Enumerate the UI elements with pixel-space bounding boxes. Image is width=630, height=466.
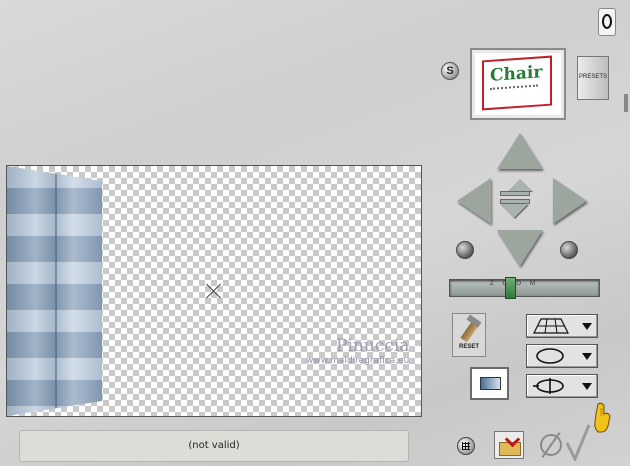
rotate-right-icon[interactable]	[560, 241, 578, 259]
arrow-right-icon[interactable]	[553, 178, 587, 224]
preview-dots	[490, 84, 538, 96]
status-field: (not valid)	[19, 430, 409, 462]
chevron-down-icon	[582, 383, 592, 390]
floor-grid-dropdown[interactable]	[526, 314, 598, 338]
arrow-up-icon[interactable]	[497, 133, 543, 169]
move-bar-icon[interactable]	[500, 191, 530, 196]
watermark-name: Pinuccia	[336, 336, 410, 356]
color-swatch[interactable]	[470, 367, 509, 400]
grid-icon[interactable]	[457, 437, 475, 455]
watermark-url: www.maidiregrafica.eu	[306, 356, 410, 366]
checkmark-icon[interactable]	[565, 423, 591, 461]
preview-canvas[interactable]	[6, 165, 422, 417]
ellipse-icon	[536, 348, 564, 364]
grid-plane-icon	[533, 318, 569, 334]
rotation-dropdown[interactable]	[526, 374, 598, 398]
s-button[interactable]: S	[441, 62, 459, 80]
move-back-icon[interactable]	[500, 204, 528, 218]
hand-pointer-icon[interactable]	[592, 402, 612, 438]
arrow-left-icon[interactable]	[457, 178, 491, 224]
move-forward-icon[interactable]	[508, 179, 532, 191]
image-panel	[7, 166, 102, 416]
import-icon[interactable]	[494, 431, 524, 459]
chevron-down-icon	[582, 323, 592, 330]
preview-thumb-text: Chair	[490, 62, 543, 86]
help-icon[interactable]	[598, 8, 616, 36]
zoom-label: ZOOM	[490, 281, 544, 287]
rotate-left-icon[interactable]	[456, 241, 474, 259]
rotation-ring-icon	[533, 378, 564, 394]
shape-dropdown[interactable]	[526, 344, 598, 368]
reset-button[interactable]: RESET	[452, 313, 486, 357]
presets-button[interactable]: PRESETS	[577, 56, 609, 100]
preview-thumbnail: Chair	[470, 48, 566, 120]
arrow-down-icon[interactable]	[497, 230, 543, 266]
center-crosshair-icon[interactable]	[206, 283, 222, 299]
cancel-icon[interactable]	[540, 434, 562, 456]
chevron-down-icon	[582, 353, 592, 360]
zoom-slider-thumb[interactable]	[505, 277, 516, 299]
edge-marker	[624, 94, 628, 112]
preview-image: Chair	[482, 55, 552, 111]
